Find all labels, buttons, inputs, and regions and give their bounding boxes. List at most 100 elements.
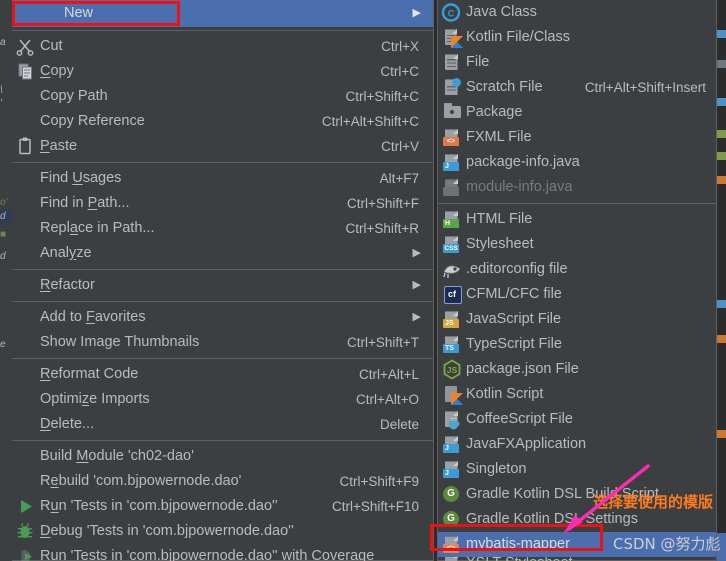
submenu-item-label: package.json File xyxy=(466,361,579,377)
menu-item-run-tests[interactable]: Run 'Tests in 'com.bjpowernode.dao''Run … xyxy=(12,494,433,519)
submenu-item-singleton[interactable]: J Singleton xyxy=(438,457,716,482)
menu-item-reformat-code[interactable]: Reformat CodeReformat Code Ctrl+Alt+L xyxy=(12,362,433,387)
menu-item-label: Find UsagesFind Usages xyxy=(40,170,122,186)
menu-item-accel: Ctrl+Shift+R xyxy=(345,221,419,236)
submenu-item-scratch-file[interactable]: Scratch File Ctrl+Alt+Shift+Insert xyxy=(438,75,716,100)
submenu-item-file[interactable]: File xyxy=(438,50,716,75)
chevron-right-icon: ▶ xyxy=(412,247,421,259)
submenu-item-package-info-java[interactable]: J package-info.java xyxy=(438,150,716,175)
submenu-item-label: HTML File xyxy=(466,211,533,227)
menu-item-accel: Ctrl+Alt+Shift+C xyxy=(321,114,419,129)
menu-item-find-in-path[interactable]: Find in Path...Find in Path... Ctrl+Shif… xyxy=(12,191,433,216)
strip-icon xyxy=(717,60,726,68)
menu-item-accel: Ctrl+Shift+F9 xyxy=(339,474,419,489)
menu-separator xyxy=(12,30,433,31)
menu-item-label: Add to FavoritesAdd to Favorites xyxy=(40,309,146,325)
tree-fragment: a xyxy=(0,37,6,48)
menu-item-icon-spacer xyxy=(12,362,38,387)
svg-text:JS: JS xyxy=(447,365,458,375)
menu-item-icon-spacer xyxy=(12,469,38,494)
submenu-item-label: Singleton xyxy=(466,461,527,477)
tree-fragment: d xyxy=(0,210,12,223)
copy-icon xyxy=(12,59,38,84)
coffeescript-icon xyxy=(438,407,466,432)
menu-item-icon-spacer xyxy=(12,166,38,191)
submenu-item-accel: Ctrl+Alt+Shift+Insert xyxy=(584,80,706,95)
menu-item-copy-path[interactable]: Copy Path Ctrl+Shift+C xyxy=(12,84,433,109)
submenu-item-javascript-file[interactable]: JS JavaScript File xyxy=(438,307,716,332)
gradle-icon: G xyxy=(438,507,466,532)
xml-file-icon: <> xyxy=(438,532,466,557)
submenu-item-label: package-info.java xyxy=(466,154,580,170)
menu-item-icon-spacer xyxy=(12,1,38,26)
submenu-item-typescript-file[interactable]: TS TypeScript File xyxy=(438,332,716,357)
menu-item-analyze[interactable]: AnalyzeAnalyze ▶ xyxy=(12,241,433,266)
menu-item-label: Show Image Thumbnails xyxy=(40,334,200,350)
tree-fragment: \ xyxy=(0,85,3,96)
submenu-item-stylesheet[interactable]: CSS Stylesheet xyxy=(438,232,716,257)
submenu-item-coffeescript-file[interactable]: CoffeeScript File xyxy=(438,407,716,432)
menu-item-find-usages[interactable]: Find UsagesFind Usages Alt+F7 xyxy=(12,166,433,191)
xml-file-icon xyxy=(438,557,466,561)
menu-item-accel: Ctrl+Alt+O xyxy=(355,392,419,407)
menu-item-delete[interactable]: Delete...Delete... Delete xyxy=(12,412,433,437)
submenu-item-xslt-stylesheet[interactable]: XSLT Stylesheet xyxy=(438,557,716,561)
kotlin-file-icon xyxy=(438,25,466,50)
menu-item-label: Run 'Tests in 'com.bjpowernode.dao'' wit… xyxy=(40,548,375,561)
menu-item-refactor[interactable]: RefactorRefactor ▶ xyxy=(12,273,433,298)
menu-item-new[interactable]: New ▶ xyxy=(12,0,433,27)
java-file-disabled-icon xyxy=(438,175,466,200)
strip-icon xyxy=(717,430,726,438)
menu-item-debug-tests[interactable]: Debug 'Tests in 'com.bjpowernode.dao''De… xyxy=(12,519,433,544)
submenu-item-cfml-cfc-file[interactable]: cf CFML/CFC file xyxy=(438,282,716,307)
menu-item-label: Reformat CodeReformat Code xyxy=(40,366,139,382)
menu-separator xyxy=(12,440,433,441)
strip-icon xyxy=(717,30,726,38)
submenu-item-kotlin-script[interactable]: Kotlin Script xyxy=(438,382,716,407)
submenu-item-package[interactable]: Package xyxy=(438,100,716,125)
strip-icon xyxy=(717,176,726,184)
screenshot-root: a \ ' o' d ■ d e New ▶ Cut Ctrl+X Copy C… xyxy=(0,0,726,561)
menu-item-paste[interactable]: PastePaste Ctrl+V xyxy=(12,134,433,159)
scratch-file-icon xyxy=(438,75,466,100)
menu-item-add-to-favorites[interactable]: Add to FavoritesAdd to Favorites ▶ xyxy=(12,305,433,330)
tree-fragment: d xyxy=(0,251,6,262)
fxml-file-icon: <> xyxy=(438,125,466,150)
submenu-item-package-json-file[interactable]: JS package.json File xyxy=(438,357,716,382)
submenu-item-html-file[interactable]: H HTML File xyxy=(438,207,716,232)
submenu-item-javafxapplication[interactable]: J JavaFXApplication xyxy=(438,432,716,457)
submenu-item-fxml-file[interactable]: <> FXML File xyxy=(438,125,716,150)
menu-item-accel: Ctrl+X xyxy=(381,39,419,54)
menu-item-replace-in-path[interactable]: Replace in Path...Replace in Path... Ctr… xyxy=(12,216,433,241)
run-icon xyxy=(12,494,38,519)
submenu-item-label: FXML File xyxy=(466,129,532,145)
chevron-right-icon: ▶ xyxy=(412,279,421,291)
menu-item-run-with-coverage[interactable]: Run 'Tests in 'com.bjpowernode.dao'' wit… xyxy=(12,544,433,561)
menu-item-build-module[interactable]: Build Module 'ch02-dao'Build Module 'ch0… xyxy=(12,444,433,469)
svg-text:C: C xyxy=(448,9,455,19)
menu-item-label: CCopyopy xyxy=(40,63,74,79)
menu-separator xyxy=(12,269,433,270)
submenu-item-label: Kotlin Script xyxy=(466,386,544,402)
submenu-item-label: Java Class xyxy=(466,4,537,20)
debug-icon xyxy=(12,519,38,544)
menu-item-optimize-imports[interactable]: Optimize ImportsOptimize Imports Ctrl+Al… xyxy=(12,387,433,412)
submenu-item-editorconfig-file[interactable]: .editorconfig file xyxy=(438,257,716,282)
menu-item-icon-spacer xyxy=(12,330,38,355)
menu-item-copy-reference[interactable]: Copy Reference Ctrl+Alt+Shift+C xyxy=(12,109,433,134)
menu-item-show-image-thumbnails[interactable]: Show Image Thumbnails Ctrl+Shift+T xyxy=(12,330,433,355)
submenu-item-label: Kotlin File/Class xyxy=(466,29,570,45)
submenu-item-kotlin-file-class[interactable]: Kotlin File/Class xyxy=(438,25,716,50)
tag-label: <> xyxy=(443,137,459,146)
menu-item-cut[interactable]: Cut Ctrl+X xyxy=(12,34,433,59)
menu-item-copy[interactable]: CCopyopy Ctrl+C xyxy=(12,59,433,84)
menu-item-label: Debug 'Tests in 'com.bjpowernode.dao''De… xyxy=(40,523,294,539)
submenu-item-label: File xyxy=(466,54,490,70)
java-class-icon: C xyxy=(438,0,466,25)
menu-item-icon-spacer xyxy=(12,109,38,134)
chevron-right-icon: ▶ xyxy=(412,7,421,19)
menu-item-icon-spacer xyxy=(12,305,38,330)
submenu-item-java-class[interactable]: C Java Class xyxy=(438,0,716,25)
menu-item-rebuild[interactable]: Rebuild 'com.bjpowernode.dao'Rebuild 'co… xyxy=(12,469,433,494)
coverage-icon xyxy=(12,544,38,561)
